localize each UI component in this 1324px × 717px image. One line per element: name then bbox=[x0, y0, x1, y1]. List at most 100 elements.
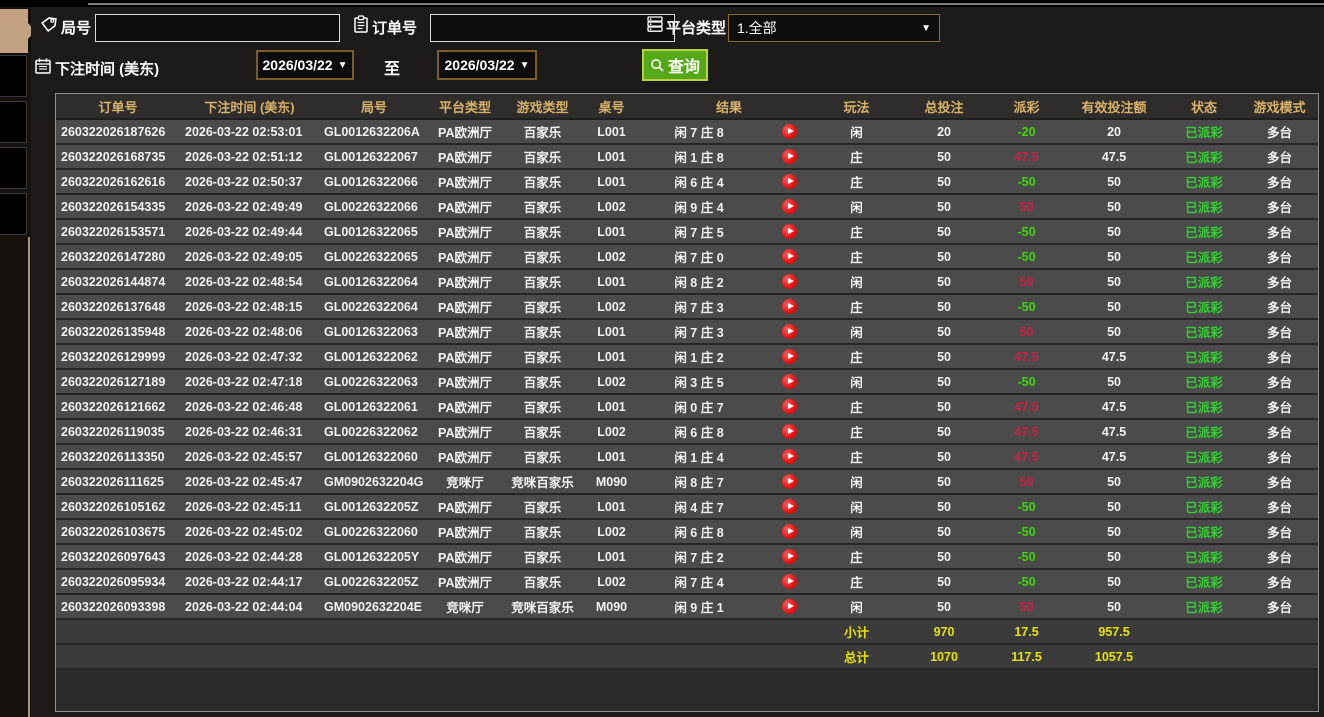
side-tab[interactable] bbox=[0, 101, 27, 143]
play-cell bbox=[759, 244, 820, 270]
time-cell: 2026-03-22 02:46:31 bbox=[180, 419, 319, 445]
replay-play-icon[interactable] bbox=[781, 274, 797, 290]
mode-cell: 多台 bbox=[1239, 219, 1318, 245]
side-tab[interactable] bbox=[0, 55, 27, 97]
subtotal-valid-bet: 957.5 bbox=[1059, 619, 1170, 645]
order-no-input[interactable] bbox=[430, 14, 675, 42]
table-no-cell: L001 bbox=[584, 219, 639, 245]
replay-play-icon[interactable] bbox=[781, 149, 797, 165]
replay-play-icon[interactable] bbox=[781, 599, 797, 615]
replay-play-icon[interactable] bbox=[781, 499, 797, 515]
table-no-cell: L001 bbox=[584, 169, 639, 195]
platform-cell: PA欧洲厅 bbox=[429, 344, 501, 370]
table-no-cell: L002 bbox=[584, 369, 639, 395]
play-cell bbox=[759, 419, 820, 445]
platform-type-value: 1.全部 bbox=[737, 20, 777, 36]
side-tab[interactable] bbox=[0, 147, 27, 189]
result-cell: 闲 9 庄 4 bbox=[639, 194, 759, 220]
round-cell: GL00126322060 bbox=[319, 444, 429, 470]
table-row: 260322026103675 2026-03-22 02:45:02 GL0022… bbox=[56, 519, 1318, 545]
platform-cell: PA欧洲厅 bbox=[429, 319, 501, 345]
game-type-cell: 竞咪百家乐 bbox=[501, 469, 584, 495]
table-row: 260322026135948 2026-03-22 02:48:06 GL0012… bbox=[56, 319, 1318, 345]
replay-play-icon[interactable] bbox=[781, 399, 797, 415]
result-cell: 闲 7 庄 3 bbox=[639, 319, 759, 345]
valid-bet-cell: 50 bbox=[1059, 194, 1170, 220]
play-cell bbox=[759, 569, 820, 595]
total-bet-cell: 50 bbox=[894, 469, 995, 495]
replay-play-icon[interactable] bbox=[781, 349, 797, 365]
date-from-picker[interactable]: 2026/03/22 ▼ bbox=[256, 50, 354, 80]
round-cell: GL00226322063 bbox=[319, 369, 429, 395]
time-cell: 2026-03-22 02:49:44 bbox=[180, 219, 319, 245]
replay-play-icon[interactable] bbox=[781, 449, 797, 465]
order-cell: 260322026095934 bbox=[56, 569, 180, 595]
time-cell: 2026-03-22 02:48:06 bbox=[180, 319, 319, 345]
mode-cell: 多台 bbox=[1239, 419, 1318, 445]
round-cell: GL00126322063 bbox=[319, 319, 429, 345]
date-to-picker[interactable]: 2026/03/22 ▼ bbox=[437, 50, 537, 80]
table-no-cell: L002 bbox=[584, 419, 639, 445]
play-type-cell: 庄 bbox=[819, 219, 895, 245]
valid-bet-cell: 50 bbox=[1059, 219, 1170, 245]
platform-type-select[interactable]: 1.全部 ▼ bbox=[728, 14, 940, 42]
table-row: 260322026137648 2026-03-22 02:48:15 GL0022… bbox=[56, 294, 1318, 320]
replay-play-icon[interactable] bbox=[781, 374, 797, 390]
total-bet-cell: 50 bbox=[894, 394, 995, 420]
replay-play-icon[interactable] bbox=[781, 574, 797, 590]
chevron-down-icon: ▼ bbox=[921, 22, 931, 34]
side-tab-active[interactable] bbox=[0, 9, 35, 53]
replay-play-icon[interactable] bbox=[781, 224, 797, 240]
time-cell: 2026-03-22 02:45:57 bbox=[180, 444, 319, 470]
status-cell: 已派彩 bbox=[1169, 519, 1240, 545]
subtotal-spacer bbox=[56, 619, 820, 645]
replay-play-icon[interactable] bbox=[781, 299, 797, 315]
total-bet-cell: 50 bbox=[894, 169, 995, 195]
play-cell bbox=[759, 344, 820, 370]
replay-play-icon[interactable] bbox=[781, 474, 797, 490]
time-cell: 2026-03-22 02:45:11 bbox=[180, 494, 319, 520]
table-row: 260322026154335 2026-03-22 02:49:49 GL0022… bbox=[56, 194, 1318, 220]
mode-cell: 多台 bbox=[1239, 519, 1318, 545]
round-cell: GL00226322062 bbox=[319, 419, 429, 445]
time-cell: 2026-03-22 02:45:02 bbox=[180, 519, 319, 545]
replay-play-icon[interactable] bbox=[781, 249, 797, 265]
result-cell: 闲 6 庄 8 bbox=[639, 519, 759, 545]
status-cell: 已派彩 bbox=[1169, 444, 1240, 470]
total-bet-cell: 50 bbox=[894, 544, 995, 570]
payout-cell: 47.5 bbox=[994, 419, 1060, 445]
replay-play-icon[interactable] bbox=[781, 424, 797, 440]
replay-play-icon[interactable] bbox=[781, 199, 797, 215]
col-game-type: 游戏类型 bbox=[501, 94, 584, 120]
play-type-cell: 庄 bbox=[819, 144, 895, 170]
query-button[interactable]: 查询 bbox=[642, 49, 708, 81]
payout-cell: -50 bbox=[994, 519, 1060, 545]
payout-cell: 47.5 bbox=[994, 394, 1060, 420]
status-cell: 已派彩 bbox=[1169, 394, 1240, 420]
top-divider bbox=[88, 3, 1324, 5]
replay-play-icon[interactable] bbox=[781, 124, 797, 140]
side-tab[interactable] bbox=[0, 193, 27, 235]
replay-play-icon[interactable] bbox=[781, 324, 797, 340]
replay-play-icon[interactable] bbox=[781, 524, 797, 540]
round-no-input[interactable] bbox=[95, 14, 340, 42]
table-no-cell: L001 bbox=[584, 144, 639, 170]
table-no-cell: L001 bbox=[584, 119, 639, 145]
replay-play-icon[interactable] bbox=[781, 549, 797, 565]
round-cell: GL00126322065 bbox=[319, 219, 429, 245]
clipboard-icon bbox=[352, 15, 370, 33]
valid-bet-cell: 47.5 bbox=[1059, 444, 1170, 470]
game-type-cell: 百家乐 bbox=[501, 444, 584, 470]
game-type-cell: 百家乐 bbox=[501, 244, 584, 270]
replay-play-icon[interactable] bbox=[781, 174, 797, 190]
play-cell bbox=[759, 294, 820, 320]
tag-icon bbox=[40, 16, 58, 34]
status-cell: 已派彩 bbox=[1169, 369, 1240, 395]
payout-cell: -50 bbox=[994, 169, 1060, 195]
table-row: 260322026121662 2026-03-22 02:46:48 GL0012… bbox=[56, 394, 1318, 420]
status-cell: 已派彩 bbox=[1169, 569, 1240, 595]
round-cell: GL00226322064 bbox=[319, 294, 429, 320]
valid-bet-cell: 47.5 bbox=[1059, 419, 1170, 445]
play-cell bbox=[759, 319, 820, 345]
valid-bet-cell: 50 bbox=[1059, 469, 1170, 495]
